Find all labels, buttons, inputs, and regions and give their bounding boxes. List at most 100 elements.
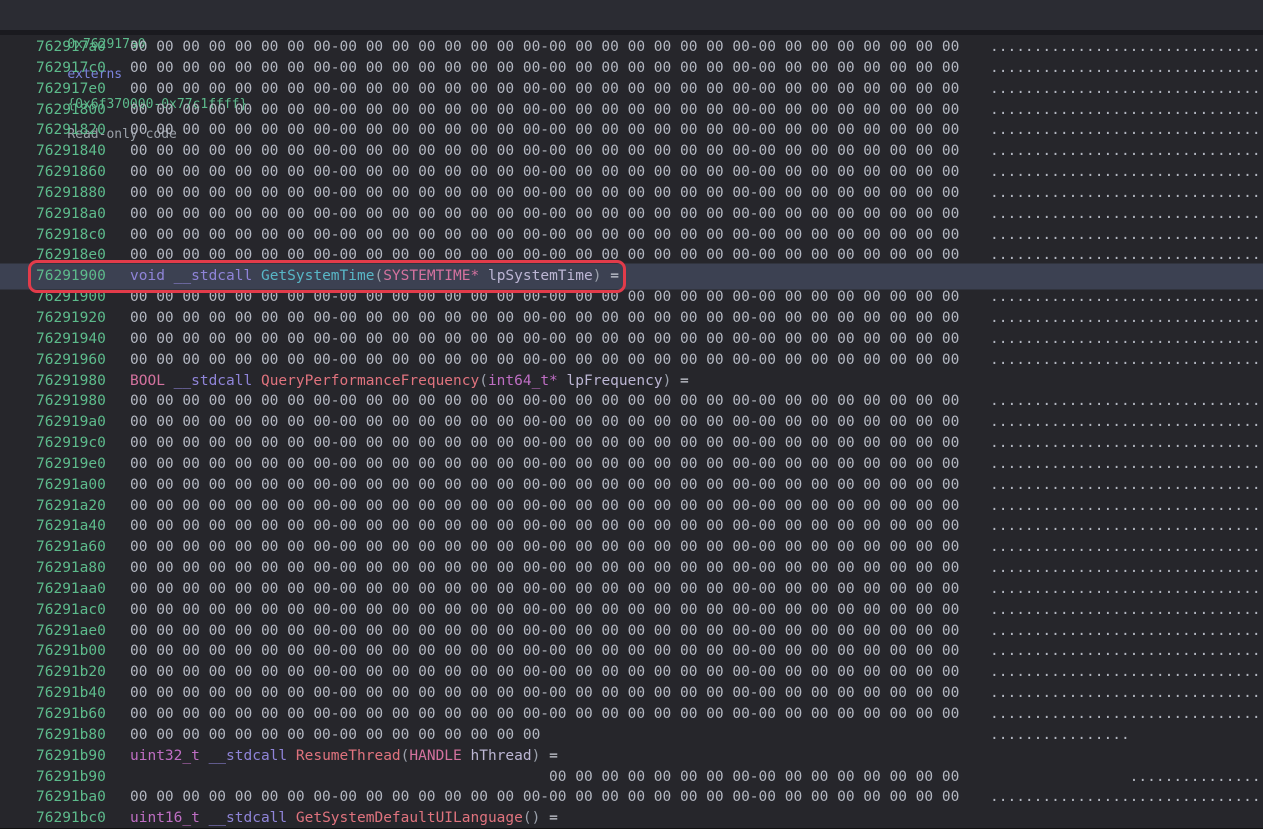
row-ascii: ................................ — [990, 662, 1263, 683]
hex-row[interactable]: 762919e000 00 00 00 00 00 00 00-00 00 00… — [0, 454, 1263, 475]
hex-row[interactable]: 76291b0000 00 00 00 00 00 00 00-00 00 00… — [0, 641, 1263, 662]
row-ascii: ................................ — [990, 787, 1263, 808]
hex-row[interactable]: 76291b4000 00 00 00 00 00 00 00-00 00 00… — [0, 683, 1263, 704]
function-row[interactable]: 76291b90uint32_t __stdcall ResumeThread(… — [0, 746, 1263, 767]
row-address: 76291960 — [36, 350, 106, 371]
row-address: 76291b90 — [36, 767, 106, 788]
token-plain — [540, 748, 549, 764]
hex-row[interactable]: 76291b2000 00 00 00 00 00 00 00-00 00 00… — [0, 662, 1263, 683]
hex-row[interactable]: 7629182000 00 00 00 00 00 00 00-00 00 00… — [0, 120, 1263, 141]
row-address: 76291a80 — [36, 558, 106, 579]
token-eq: = — [610, 268, 619, 284]
hex-row[interactable]: 7629194000 00 00 00 00 00 00 00-00 00 00… — [0, 329, 1263, 350]
row-hex-bytes: 00 00 00 00 00 00 00 00-00 00 00 00 00 0… — [130, 162, 959, 183]
hex-row[interactable]: 76291aa000 00 00 00 00 00 00 00-00 00 00… — [0, 579, 1263, 600]
function-signature: BOOL __stdcall QueryPerformanceFrequency… — [130, 371, 689, 392]
hex-row[interactable]: 76291980 00 00 00 00 00 00 00 00-00 00 00… — [0, 391, 1263, 412]
function-signature: uint32_t __stdcall ResumeThread(HANDLE h… — [130, 746, 558, 767]
row-hex-bytes: 00 00 00 00 00 00 00 00-00 00 00 00 00 0… — [130, 412, 959, 433]
row-address: 76291980 — [36, 391, 106, 412]
row-address: 762919a0 — [36, 412, 106, 433]
row-hex-bytes: 00 00 00 00 00 00 00 00-00 00 00 00 00 0… — [130, 37, 959, 58]
token-punct: () — [523, 810, 540, 826]
row-address: 762918c0 — [36, 225, 106, 246]
row-hex-bytes: 00 00 00 00 00 00 00 00-00 00 00 00 00 0… — [130, 621, 959, 642]
row-hex-bytes: 00 00 00 00 00 00 00 00-00 00 00 00 00 0… — [130, 787, 959, 808]
hex-row[interactable]: 762917a000 00 00 00 00 00 00 00-00 00 00… — [0, 37, 1263, 58]
hex-row[interactable]: 76291a0000 00 00 00 00 00 00 00-00 00 00… — [0, 475, 1263, 496]
hex-row[interactable]: 7629184000 00 00 00 00 00 00 00-00 00 00… — [0, 141, 1263, 162]
hex-row[interactable]: 76291a80 00 00 00 00 00 00 00 00-00 00 00… — [0, 558, 1263, 579]
token-eq: = — [549, 748, 558, 764]
hex-row[interactable]: 762919a0 00 00 00 00 00 00 00 00-00 00 00… — [0, 412, 1263, 433]
hex-row[interactable]: 76291a4000 00 00 00 00 00 00 00-00 00 00… — [0, 516, 1263, 537]
row-address: 76291bc0 — [36, 808, 106, 829]
row-ascii: ................................ — [990, 579, 1263, 600]
hex-row[interactable]: 7629180000 00 00 00 00 00 00 00-00 00 00… — [0, 100, 1263, 121]
row-address: 762917c0 — [36, 58, 106, 79]
function-row[interactable]: 76291bc0uint16_t __stdcall GetSystemDefa… — [0, 808, 1263, 829]
row-hex-bytes: 00 00 00 00 00 00 00 00-00 00 00 00 00 0… — [130, 496, 959, 517]
hex-row[interactable]: 762918e0 00 00 00 00 00 00 00 00-00 00 00… — [0, 245, 1263, 266]
row-ascii: ................................ — [990, 225, 1263, 246]
hex-row[interactable]: 7629196000 00 00 00 00 00 00 00-00 00 00… — [0, 350, 1263, 371]
function-row[interactable]: 76291900void __stdcall GetSystemTime(SYS… — [0, 266, 1263, 287]
hex-row[interactable]: 762918c0 00 00 00 00 00 00 00 00-00 00 00… — [0, 225, 1263, 246]
row-address: 762918e0 — [36, 245, 106, 266]
token-kw: void — [130, 268, 174, 284]
token-eq: = — [549, 810, 558, 826]
row-hex-bytes: 00 00 00 00 00 00 00 00-00 00 00 00 00 0… — [130, 558, 959, 579]
token-type-win: SYSTEMTIME* — [383, 268, 479, 284]
row-ascii: ................................ — [990, 79, 1263, 100]
row-hex-bytes: 00 00 00 00 00 00 00 00-00 00 00 00 00 0… — [130, 391, 959, 412]
token-fn: QueryPerformanceFrequency — [261, 373, 479, 389]
hex-row[interactable]: 76291860 00 00 00 00 00 00 00 00-00 00 00… — [0, 162, 1263, 183]
token-plain — [540, 810, 549, 826]
row-address: 76291ba0 — [36, 787, 106, 808]
token-kw: __stdcall — [174, 268, 261, 284]
hex-row[interactable]: 762917e000 00 00 00 00 00 00 00-00 00 00… — [0, 79, 1263, 100]
row-address: 76291880 — [36, 183, 106, 204]
row-ascii: ................................ — [990, 329, 1263, 350]
row-address: 762919e0 — [36, 454, 106, 475]
row-ascii: ................................ — [990, 58, 1263, 79]
row-ascii: ................................ — [990, 37, 1263, 58]
row-address: 76291a00 — [36, 475, 106, 496]
row-address: 76291a60 — [36, 537, 106, 558]
row-hex-bytes: 00 00 00 00 00 00 00 00-00 00 00 00 00 0… — [130, 225, 959, 246]
hex-row[interactable]: 76291a6000 00 00 00 00 00 00 00-00 00 00… — [0, 537, 1263, 558]
hex-row[interactable]: 76291b8000 00 00 00 00 00 00 00-00 00 00… — [0, 725, 1263, 746]
row-hex-bytes: 00 00 00 00 00 00 00 00-00 00 00 00 00 0… — [130, 516, 959, 537]
function-row[interactable]: 76291980BOOL __stdcall QueryPerformanceF… — [0, 371, 1263, 392]
hex-row[interactable]: 76291a2000 00 00 00 00 00 00 00-00 00 00… — [0, 496, 1263, 517]
token-punct: ( — [374, 268, 383, 284]
row-hex-bytes: 00 00 00 00 00 00 00 00-00 00 00 00 00 0… — [130, 308, 959, 329]
row-hex-bytes: 00 00 00 00 00 00 00 00-00 00 00 00 00 0… — [130, 725, 540, 746]
hex-row[interactable]: 762918a000 00 00 00 00 00 00 00-00 00 00… — [0, 204, 1263, 225]
hex-row[interactable]: 76291b6000 00 00 00 00 00 00 00-00 00 00… — [0, 704, 1263, 725]
row-ascii: ................................ — [990, 308, 1263, 329]
row-address: 76291920 — [36, 308, 106, 329]
row-address: 76291860 — [36, 162, 106, 183]
row-ascii: ................................ — [990, 141, 1263, 162]
hex-row[interactable]: 7629190000 00 00 00 00 00 00 00-00 00 00… — [0, 287, 1263, 308]
hex-row[interactable]: 7629188000 00 00 00 00 00 00 00-00 00 00… — [0, 183, 1263, 204]
row-hex-bytes: 00 00 00 00 00 00 00 00-00 00 00 00 00 0… — [130, 245, 959, 266]
row-hex-bytes: 00 00 00 00 00 00 00 00-00 00 00 00 00 0… — [130, 600, 959, 621]
row-ascii: ................................ — [990, 621, 1263, 642]
hex-row[interactable]: 762917c000 00 00 00 00 00 00 00-00 00 00… — [0, 58, 1263, 79]
header-divider — [0, 30, 1263, 35]
row-ascii: ................................ — [990, 683, 1263, 704]
row-address: 762918a0 — [36, 204, 106, 225]
hex-row[interactable]: 76291b90 00 00 00 00 00 00 00 00-00 00 0… — [0, 767, 1263, 788]
row-ascii: ................ — [990, 767, 1263, 788]
row-ascii: ................................ — [990, 641, 1263, 662]
hex-row[interactable]: 76291ba0 00 00 00 00 00 00 00 00-00 00 00… — [0, 787, 1263, 808]
hex-row[interactable]: 76291920 00 00 00 00 00 00 00 00-00 00 00… — [0, 308, 1263, 329]
row-ascii: ................................ — [990, 704, 1263, 725]
hex-row[interactable]: 76291ae000 00 00 00 00 00 00 00-00 00 00… — [0, 621, 1263, 642]
hex-row[interactable]: 762919c000 00 00 00 00 00 00 00-00 00 00… — [0, 433, 1263, 454]
token-param: lpFrequency — [567, 373, 663, 389]
hex-row[interactable]: 76291ac000 00 00 00 00 00 00 00-00 00 00… — [0, 600, 1263, 621]
row-hex-bytes: 00 00 00 00 00 00 00 00-00 00 00 00 00 0… — [130, 120, 959, 141]
